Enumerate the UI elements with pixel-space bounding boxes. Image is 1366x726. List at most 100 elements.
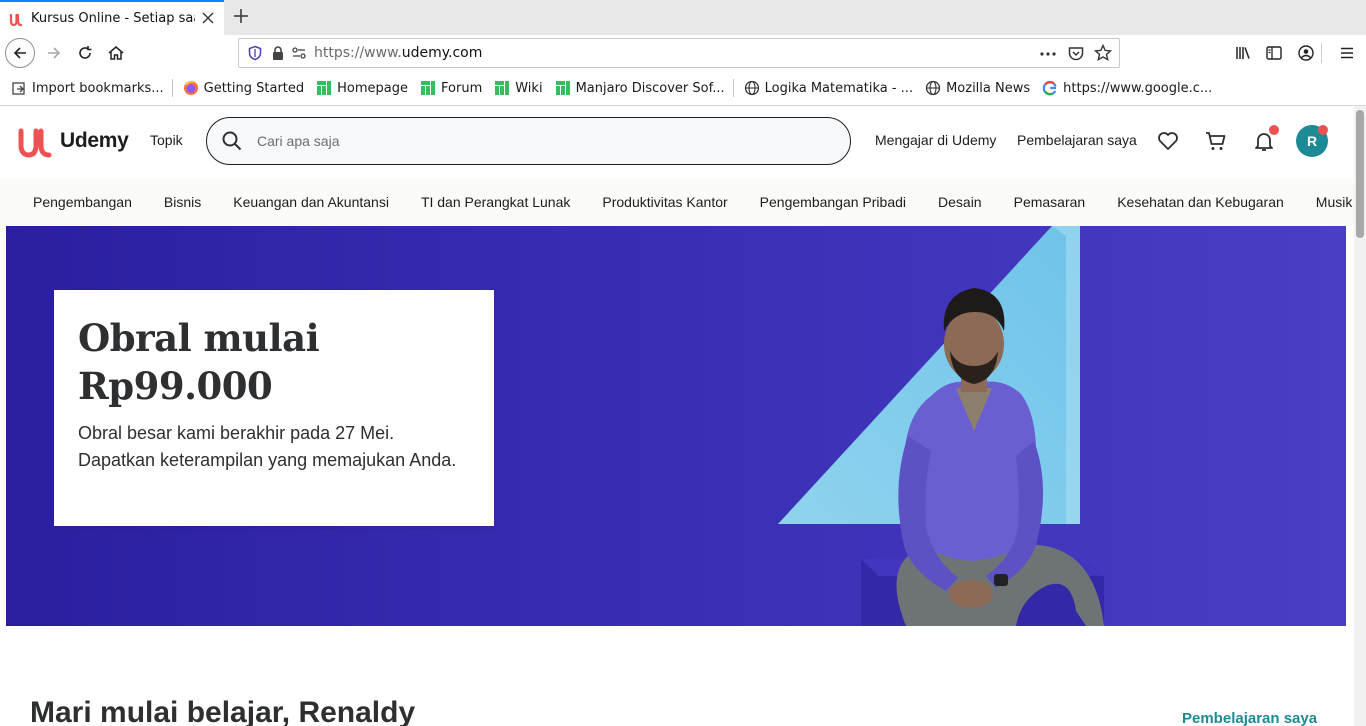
bookmark-manjaro-discover[interactable]: Manjaro Discover Sof... xyxy=(555,80,725,96)
manjaro-icon xyxy=(316,80,332,96)
topics-menu[interactable]: Topik xyxy=(150,132,183,148)
hero-title: Obral mulai Rp99.000 xyxy=(78,314,470,410)
bookmark-label: Mozilla News xyxy=(946,80,1031,96)
page-scrollbar[interactable] xyxy=(1354,106,1366,726)
bookmark-import[interactable]: Import bookmarks... xyxy=(11,80,164,96)
udemy-logo-icon xyxy=(18,128,52,158)
hero-title-line2: Rp99.000 xyxy=(78,364,273,408)
notification-badge xyxy=(1269,125,1279,135)
menu-button[interactable] xyxy=(1332,38,1362,68)
permissions-icon[interactable] xyxy=(291,45,307,61)
category-musik[interactable]: Musik xyxy=(1316,194,1353,210)
category-keuangan[interactable]: Keuangan dan Akuntansi xyxy=(233,194,389,210)
page-viewport: Udemy Topik Mengajar di Udemy Pembelajar… xyxy=(0,106,1354,726)
address-bar[interactable]: https://www.udemy.com xyxy=(238,38,1120,68)
teach-on-udemy-link[interactable]: Mengajar di Udemy xyxy=(875,132,996,148)
globe-icon xyxy=(744,80,760,96)
bookmark-label: Homepage xyxy=(337,80,409,96)
globe-icon xyxy=(925,80,941,96)
url-scheme: https://www. xyxy=(314,45,402,61)
import-icon xyxy=(11,80,27,96)
avatar-badge xyxy=(1318,125,1328,135)
category-nav: Pengembangan Bisnis Keuangan dan Akuntan… xyxy=(0,178,1354,226)
heart-icon[interactable] xyxy=(1156,129,1180,153)
home-button[interactable] xyxy=(101,38,131,68)
tab-title: Kursus Online - Setiap saat xyxy=(31,11,195,26)
category-produktivitas[interactable]: Produktivitas Kantor xyxy=(602,194,727,210)
sidebar-button[interactable] xyxy=(1259,38,1289,68)
toolbar-separator xyxy=(1321,43,1322,63)
category-kesehatan[interactable]: Kesehatan dan Kebugaran xyxy=(1117,194,1284,210)
back-arrow-icon xyxy=(13,47,26,59)
hero-card: Obral mulai Rp99.000 Obral besar kami be… xyxy=(54,290,494,526)
manjaro-icon xyxy=(494,80,510,96)
category-pemasaran[interactable]: Pemasaran xyxy=(1014,194,1086,210)
tab-udemy[interactable]: Kursus Online - Setiap saat xyxy=(0,0,224,35)
bookmark-star-icon[interactable] xyxy=(1094,44,1112,62)
category-ti[interactable]: TI dan Perangkat Lunak xyxy=(421,194,570,210)
bookmark-separator xyxy=(171,79,173,97)
home-icon xyxy=(108,46,124,60)
bookmark-label: Logika Matematika - ... xyxy=(764,80,914,96)
url-host: udemy.com xyxy=(401,45,483,61)
new-tab-icon[interactable] xyxy=(232,7,250,25)
bookmark-wiki[interactable]: Wiki xyxy=(494,80,543,96)
back-button[interactable] xyxy=(5,38,35,68)
bookmark-label: https://www.google.c... xyxy=(1063,80,1213,96)
category-desain[interactable]: Desain xyxy=(938,194,982,210)
bookmark-google[interactable]: https://www.google.c... xyxy=(1042,80,1212,96)
forward-arrow-icon xyxy=(48,47,61,59)
account-button[interactable] xyxy=(1291,38,1321,68)
bookmark-mozilla-news[interactable]: Mozilla News xyxy=(925,80,1030,96)
bookmark-label: Getting Started xyxy=(203,80,305,96)
bookmark-logika-matematika[interactable]: Logika Matematika - ... xyxy=(744,80,913,96)
bookmark-forum[interactable]: Forum xyxy=(420,80,482,96)
hero-title-line1: Obral mulai xyxy=(78,316,320,360)
bookmark-label: Wiki xyxy=(515,80,543,96)
google-icon xyxy=(1042,80,1058,96)
bookmark-label: Forum xyxy=(441,80,483,96)
category-bisnis[interactable]: Bisnis xyxy=(164,194,201,210)
search-input[interactable] xyxy=(257,133,797,149)
tracking-shield-icon[interactable] xyxy=(247,45,263,61)
library-icon xyxy=(1236,47,1250,59)
udemy-logo[interactable]: Udemy xyxy=(16,123,129,159)
url-text: https://www.udemy.com xyxy=(314,45,482,61)
navigation-toolbar: https://www.udemy.com xyxy=(0,35,1366,71)
page-actions-icon[interactable] xyxy=(1039,45,1057,63)
hero-description: Obral besar kami berakhir pada 27 Mei. D… xyxy=(78,423,457,470)
my-learning-section-link[interactable]: Pembelajaran saya xyxy=(1182,710,1317,726)
manjaro-icon xyxy=(420,80,436,96)
close-tab-icon[interactable] xyxy=(201,11,215,25)
logo-wordmark: Udemy xyxy=(60,129,129,152)
cart-icon[interactable] xyxy=(1204,129,1228,153)
bookmark-getting-started[interactable]: Getting Started xyxy=(183,80,305,96)
hamburger-menu-icon xyxy=(1341,47,1353,59)
firefox-icon xyxy=(183,80,199,96)
lock-icon[interactable] xyxy=(271,45,285,61)
pocket-icon[interactable] xyxy=(1067,45,1085,63)
tab-bar: Kursus Online - Setiap saat xyxy=(0,0,1366,35)
account-icon xyxy=(1298,45,1314,61)
udemy-favicon-icon xyxy=(9,13,23,26)
search-icon[interactable] xyxy=(221,130,243,152)
category-pengembangan-pribadi[interactable]: Pengembangan Pribadi xyxy=(760,194,906,210)
bookmark-homepage[interactable]: Homepage xyxy=(316,80,408,96)
bookmark-label: Import bookmarks... xyxy=(32,80,164,96)
forward-button[interactable] xyxy=(39,38,69,68)
my-learning-link[interactable]: Pembelajaran saya xyxy=(1017,132,1137,148)
manjaro-icon xyxy=(555,80,571,96)
hero-banner[interactable]: Obral mulai Rp99.000 Obral besar kami be… xyxy=(6,226,1346,626)
reload-icon xyxy=(79,46,92,59)
category-pengembangan[interactable]: Pengembangan xyxy=(33,194,132,210)
greeting-heading: Mari mulai belajar, Renaldy xyxy=(30,696,416,726)
bookmarks-toolbar: Import bookmarks... Getting Started Home… xyxy=(0,71,1366,106)
scrollbar-thumb[interactable] xyxy=(1356,110,1364,238)
site-header: Udemy Topik Mengajar di Udemy Pembelajar… xyxy=(0,106,1354,178)
bookmark-separator xyxy=(732,79,734,97)
sidebar-icon xyxy=(1266,46,1282,60)
library-button[interactable] xyxy=(1228,38,1258,68)
bookmark-label: Manjaro Discover Sof... xyxy=(575,80,725,96)
reload-button[interactable] xyxy=(70,38,100,68)
search-bar[interactable] xyxy=(206,117,851,165)
